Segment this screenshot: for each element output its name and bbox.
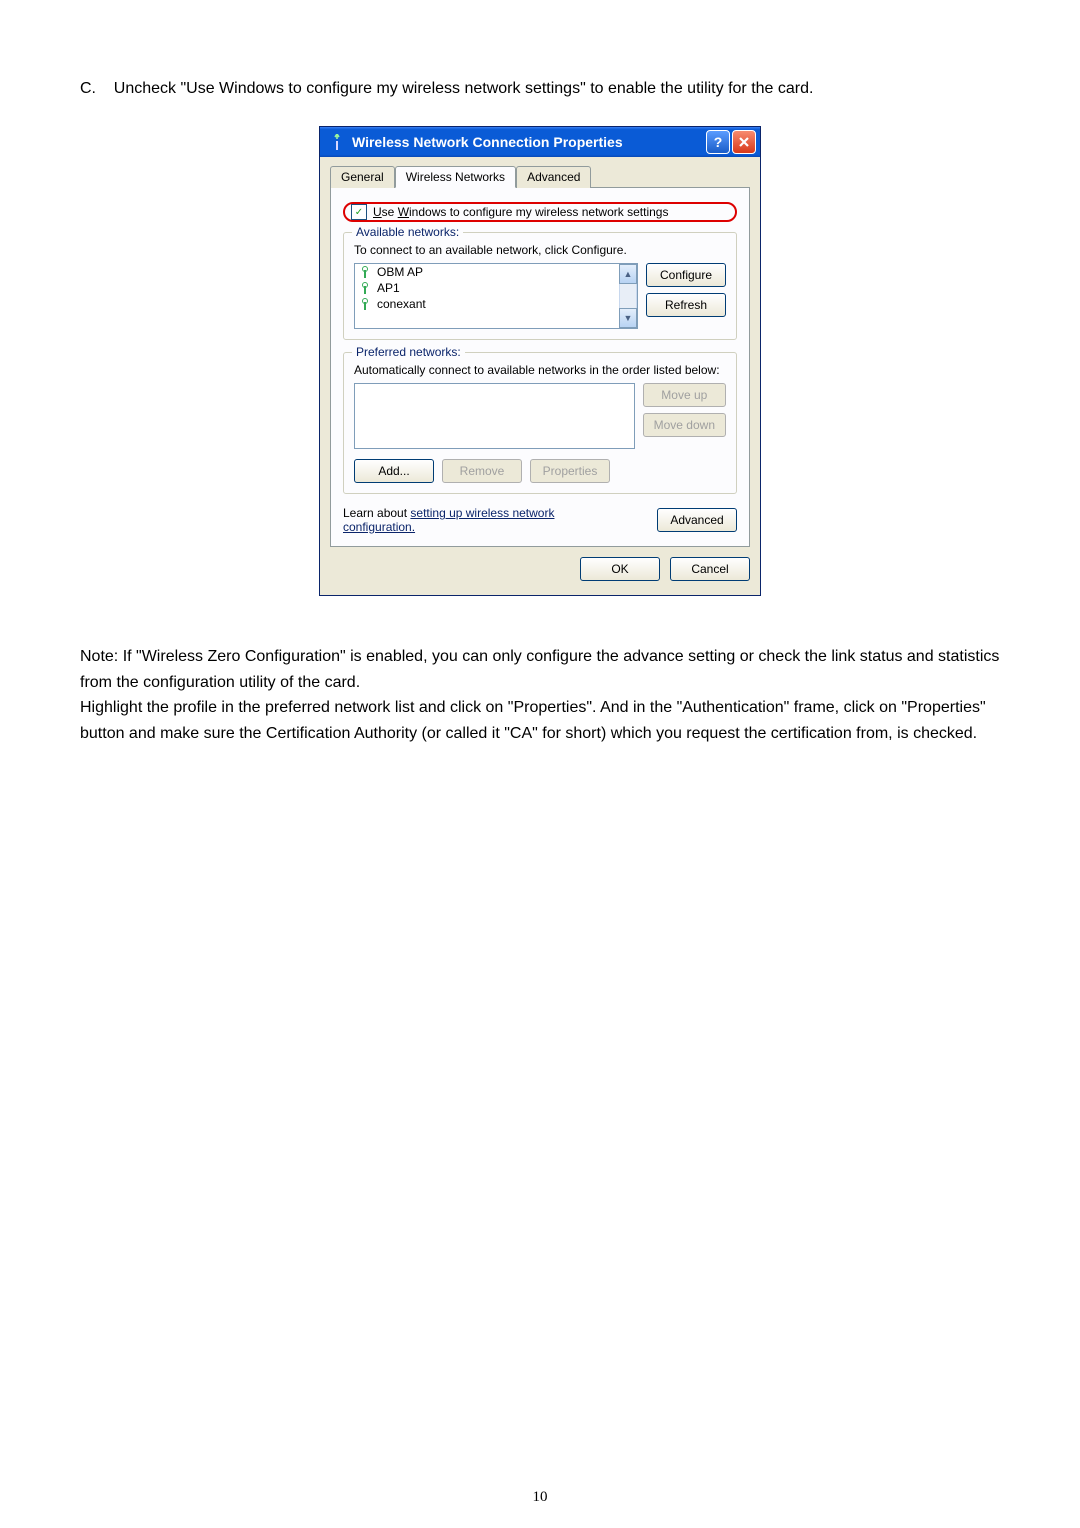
preferred-networks-list[interactable] [354,383,635,449]
available-networks-desc: To connect to an available network, clic… [354,243,726,257]
properties-button: Properties [530,459,610,483]
note-paragraph-1: Note: If "Wireless Zero Configuration" i… [80,644,1000,695]
move-up-button: Move up [643,383,726,407]
tab-general[interactable]: General [330,166,395,188]
tab-wireless-networks[interactable]: Wireless Networks [395,166,516,188]
antenna-icon [359,298,371,310]
network-name: OBM AP [377,265,423,279]
use-windows-checkbox[interactable]: ✓ [351,204,367,220]
preferred-networks-group: Preferred networks: Automatically connec… [343,352,737,494]
ok-button[interactable]: OK [580,557,660,581]
use-windows-label: Use Windows to configure my wireless net… [373,205,668,219]
properties-dialog: Wireless Network Connection Properties ?… [319,126,761,596]
list-item[interactable]: conexant [355,296,619,312]
close-button[interactable] [732,130,756,154]
preferred-networks-title: Preferred networks: [352,345,465,359]
configure-button[interactable]: Configure [646,263,726,287]
titlebar: Wireless Network Connection Properties ? [320,127,760,157]
dialog-button-row: OK Cancel [330,547,750,585]
list-item[interactable]: OBM AP [355,264,619,280]
network-name: conexant [377,297,426,311]
scroll-down-icon[interactable]: ▼ [619,308,637,328]
note-block: Note: If "Wireless Zero Configuration" i… [80,644,1000,746]
learn-row: Learn about setting up wireless network … [343,506,737,534]
preferred-networks-desc: Automatically connect to available netwo… [354,363,726,377]
page-number: 10 [0,1489,1080,1506]
wireless-icon [328,133,346,151]
scrollbar[interactable]: ▲ ▼ [619,264,637,328]
cancel-button[interactable]: Cancel [670,557,750,581]
move-down-button: Move down [643,413,726,437]
dialog-title: Wireless Network Connection Properties [352,134,704,150]
available-networks-group: Available networks: To connect to an ava… [343,232,737,340]
add-button[interactable]: Add... [354,459,434,483]
tab-bar: General Wireless Networks Advanced [330,165,750,188]
tab-advanced[interactable]: Advanced [516,166,591,188]
available-networks-title: Available networks: [352,225,463,239]
note-paragraph-2: Highlight the profile in the preferred n… [80,695,1000,746]
available-networks-list[interactable]: OBM AP AP1 conexant [354,263,638,329]
antenna-icon [359,282,371,294]
instruction-letter: C. [80,80,96,97]
advanced-button[interactable]: Advanced [657,508,737,532]
antenna-icon [359,266,371,278]
help-button[interactable]: ? [706,130,730,154]
network-name: AP1 [377,281,400,295]
remove-button: Remove [442,459,522,483]
list-item[interactable]: AP1 [355,280,619,296]
scroll-up-icon[interactable]: ▲ [619,264,637,284]
tab-content: ✓ Use Windows to configure my wireless n… [330,188,750,547]
instruction-line: C. Uncheck "Use Windows to configure my … [80,80,1000,98]
learn-text: Learn about setting up wireless network … [343,506,603,534]
use-windows-checkbox-row: ✓ Use Windows to configure my wireless n… [343,202,737,222]
refresh-button[interactable]: Refresh [646,293,726,317]
instruction-text: Uncheck "Use Windows to configure my wir… [114,80,814,97]
